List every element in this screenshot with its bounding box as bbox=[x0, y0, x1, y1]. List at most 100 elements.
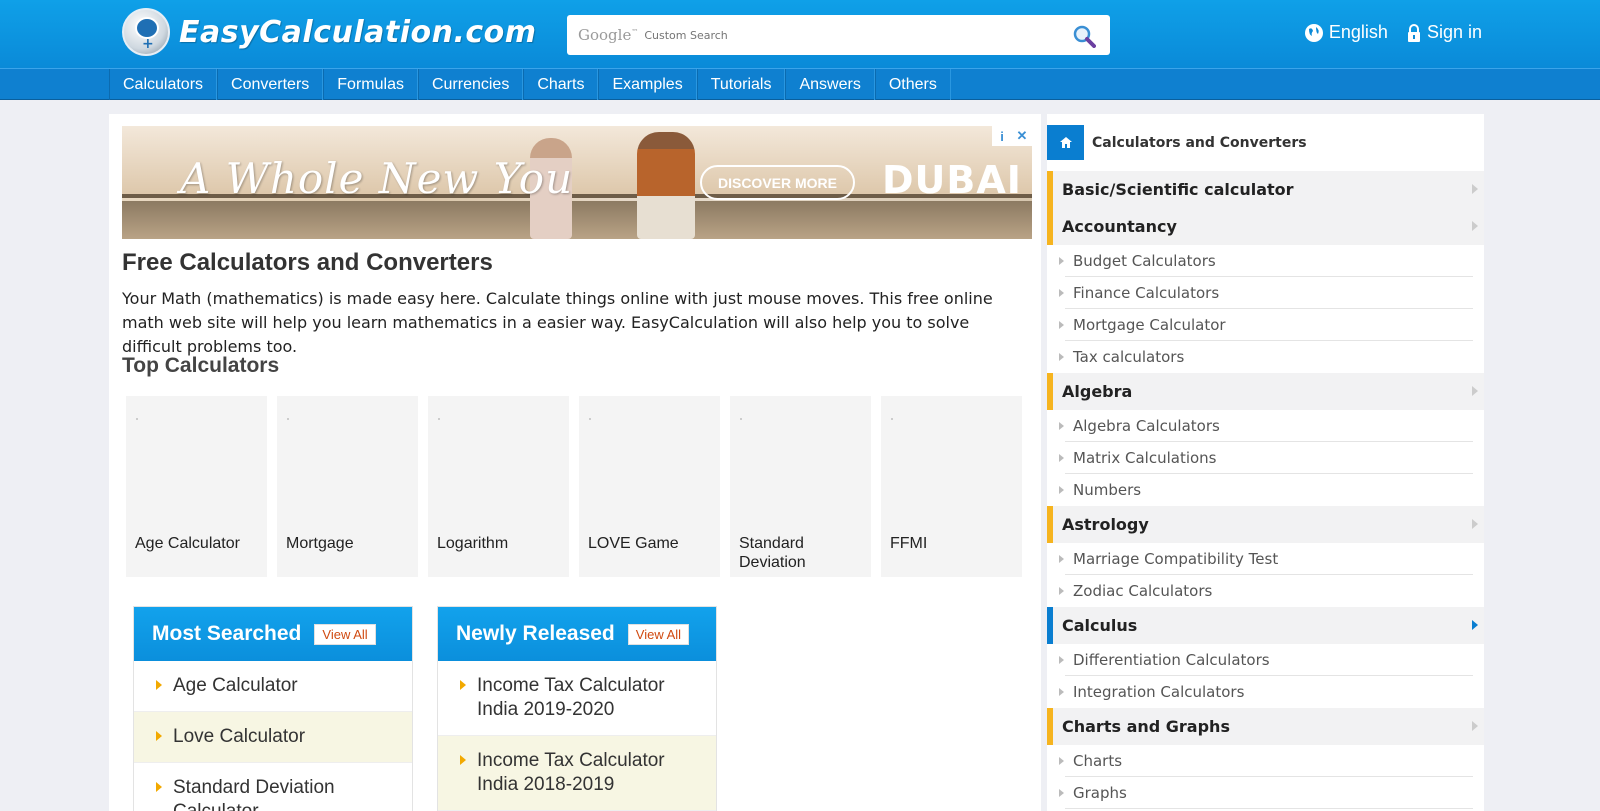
nav-item-tutorials[interactable]: Tutorials bbox=[696, 69, 786, 100]
sidebar-item-marriage-compatibility[interactable]: Marriage Compatibility Test bbox=[1059, 543, 1473, 575]
search-icon[interactable] bbox=[1072, 24, 1096, 48]
sidebar-item-label: Finance Calculators bbox=[1073, 283, 1220, 302]
tile-image bbox=[891, 418, 893, 420]
list-item-label: Age Calculator bbox=[173, 675, 298, 696]
nav-item-others[interactable]: Others bbox=[874, 69, 951, 100]
tile-logarithm[interactable]: Logarithm bbox=[428, 396, 569, 577]
newly-released-panel: Newly Released View All Income Tax Calcu… bbox=[437, 606, 717, 811]
sidebar-item-finance-calculators[interactable]: Finance Calculators bbox=[1059, 277, 1473, 309]
sidebar-category-accountancy[interactable]: Accountancy bbox=[1047, 208, 1484, 245]
sidebar-item-algebra-calculators[interactable]: Algebra Calculators bbox=[1059, 410, 1473, 442]
tile-image bbox=[287, 418, 289, 420]
nav-item-calculators[interactable]: Calculators bbox=[109, 69, 218, 100]
nav-item-charts[interactable]: Charts bbox=[523, 69, 599, 100]
sidebar-item-numbers[interactable]: Numbers bbox=[1059, 474, 1473, 506]
site-header: + EasyCalculation.com Google™ English Si… bbox=[0, 0, 1600, 68]
sidebar-category-calculus[interactable]: Calculus bbox=[1047, 607, 1484, 644]
intro-text: Your Math (mathematics) is made easy her… bbox=[122, 289, 993, 356]
tile-image bbox=[589, 418, 591, 420]
bullet-arrow-icon bbox=[460, 755, 466, 765]
nav-item-currencies[interactable]: Currencies bbox=[417, 69, 524, 100]
sidebar-item-charts[interactable]: Charts bbox=[1059, 745, 1473, 777]
most-searched-view-all-button[interactable]: View All bbox=[314, 623, 376, 645]
chevron-right-icon bbox=[1059, 321, 1064, 329]
sidebar-item-integration-calculators[interactable]: Integration Calculators bbox=[1059, 676, 1473, 708]
tile-age-calculator[interactable]: Age Calculator bbox=[126, 396, 267, 577]
tile-label: Mortgage bbox=[286, 535, 354, 552]
chevron-right-icon bbox=[1472, 184, 1478, 194]
site-logo[interactable]: + EasyCalculation.com bbox=[122, 8, 537, 56]
list-item[interactable]: Income Tax Calculator India 2019-2020 bbox=[438, 661, 716, 736]
tile-ffmi[interactable]: FFMI bbox=[881, 396, 1022, 577]
sidebar-item-mortgage-calculator[interactable]: Mortgage Calculator bbox=[1059, 309, 1473, 341]
ad-brand-logo: DUBAI bbox=[882, 158, 1022, 202]
sidebar-item-graphs[interactable]: Graphs bbox=[1059, 777, 1473, 809]
home-icon bbox=[1059, 137, 1072, 148]
logo-badge-icon: + bbox=[122, 8, 170, 56]
tile-love-game[interactable]: LOVE Game bbox=[579, 396, 720, 577]
lock-icon bbox=[1407, 23, 1420, 42]
ad-person-man bbox=[637, 132, 695, 239]
list-item[interactable]: Income Tax Calculator India 2018-2019 bbox=[438, 736, 716, 811]
tile-standard-deviation[interactable]: Standard Deviation bbox=[730, 396, 871, 577]
sidebar-category-basic-scientific[interactable]: Basic/Scientific calculator bbox=[1047, 171, 1484, 208]
search-box[interactable]: Google™ bbox=[567, 15, 1110, 55]
nav-item-converters[interactable]: Converters bbox=[217, 69, 324, 100]
language-selector[interactable]: English bbox=[1304, 22, 1388, 43]
sidebar-item-differentiation-calculators[interactable]: Differentiation Calculators bbox=[1059, 644, 1473, 676]
nav-item-answers[interactable]: Answers bbox=[785, 69, 875, 100]
sidebar-item-zodiac-calculators[interactable]: Zodiac Calculators bbox=[1059, 575, 1473, 607]
category-label: Calculus bbox=[1062, 616, 1138, 635]
most-searched-header: Most Searched View All bbox=[134, 607, 412, 661]
list-item-label: Income Tax Calculator India 2019-2020 bbox=[477, 675, 665, 720]
category-label: Astrology bbox=[1062, 515, 1149, 534]
ad-close-icon[interactable]: ✕ bbox=[1012, 126, 1032, 146]
page-title: Free Calculators and Converters bbox=[122, 249, 493, 276]
sidebar-item-label: Charts bbox=[1073, 751, 1123, 770]
sidebar-categories: Basic/Scientific calculator Accountancy … bbox=[1047, 171, 1484, 809]
tile-image bbox=[438, 418, 440, 420]
sidebar-item-label: Integration Calculators bbox=[1073, 683, 1245, 701]
bullet-arrow-icon bbox=[156, 731, 162, 741]
header-actions: English Sign in bbox=[1304, 22, 1482, 43]
sidebar-category-charts-and-graphs[interactable]: Charts and Graphs bbox=[1047, 708, 1484, 745]
tile-label: LOVE Game bbox=[588, 535, 679, 552]
tile-label: Age Calculator bbox=[135, 535, 240, 552]
most-searched-panel: Most Searched View All Age Calculator Lo… bbox=[133, 606, 413, 811]
most-searched-title: Most Searched bbox=[152, 622, 302, 645]
sidebar-item-label: Marriage Compatibility Test bbox=[1073, 549, 1279, 568]
chevron-right-icon bbox=[1059, 353, 1064, 361]
chevron-right-icon bbox=[1472, 221, 1478, 231]
list-item[interactable]: Love Calculator bbox=[134, 712, 412, 763]
list-item[interactable]: Standard Deviation Calculator bbox=[134, 763, 412, 811]
ad-info-icon[interactable]: i bbox=[992, 126, 1012, 146]
list-item[interactable]: Age Calculator bbox=[134, 661, 412, 712]
tile-label: Logarithm bbox=[437, 535, 509, 552]
sidebar-item-budget-calculators[interactable]: Budget Calculators bbox=[1059, 245, 1473, 277]
sidebar-category-astrology[interactable]: Astrology bbox=[1047, 506, 1484, 543]
ad-discover-button[interactable]: DISCOVER MORE bbox=[700, 165, 855, 200]
sidebar-category-algebra[interactable]: Algebra bbox=[1047, 373, 1484, 410]
top-calculators-title: Top Calculators bbox=[122, 354, 280, 377]
top-calculators-grid: Age Calculator Mortgage Logarithm LOVE G… bbox=[126, 396, 1022, 577]
ad-banner[interactable]: A Whole New You DISCOVER MORE DUBAI i ✕ bbox=[122, 126, 1032, 239]
home-button[interactable] bbox=[1047, 125, 1084, 160]
nav-item-formulas[interactable]: Formulas bbox=[323, 69, 418, 100]
newly-released-view-all-button[interactable]: View All bbox=[627, 623, 690, 645]
sidebar-item-tax-calculators[interactable]: Tax calculators bbox=[1059, 341, 1473, 373]
chevron-right-icon bbox=[1059, 757, 1064, 765]
chevron-right-icon bbox=[1059, 422, 1064, 430]
language-label: English bbox=[1328, 22, 1388, 42]
signin-label: Sign in bbox=[1426, 22, 1482, 42]
nav-item-examples[interactable]: Examples bbox=[598, 69, 697, 100]
signin-link[interactable]: Sign in bbox=[1406, 22, 1482, 43]
category-label: Basic/Scientific calculator bbox=[1062, 180, 1294, 199]
globe-icon bbox=[1304, 23, 1323, 42]
ad-choices: i ✕ bbox=[992, 126, 1032, 146]
chevron-right-icon bbox=[1472, 721, 1478, 731]
tile-label: FFMI bbox=[890, 535, 928, 552]
tile-mortgage[interactable]: Mortgage bbox=[277, 396, 418, 577]
sidebar-item-matrix-calculations[interactable]: Matrix Calculations bbox=[1059, 442, 1473, 474]
bullet-arrow-icon bbox=[156, 782, 162, 792]
search-input[interactable] bbox=[644, 28, 1065, 42]
